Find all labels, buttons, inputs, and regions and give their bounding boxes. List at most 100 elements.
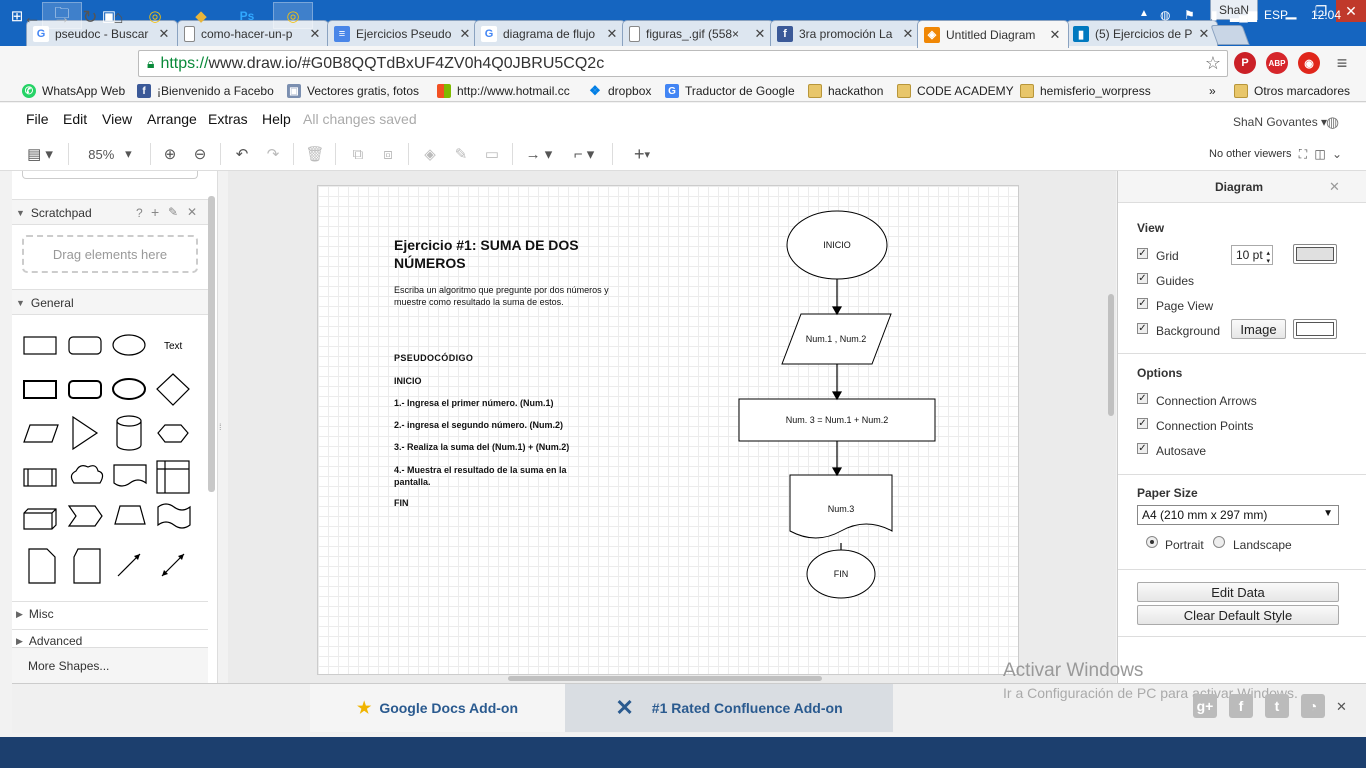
portrait-radio[interactable]	[1146, 536, 1158, 548]
sidebar-resize-handle[interactable]: ⁞	[219, 422, 222, 432]
signal-icon[interactable]: ▂▄▆	[1230, 8, 1257, 22]
format-panel-icon[interactable]: ▤ ▾	[22, 143, 58, 165]
scratchpad-dropzone[interactable]: Drag elements here	[22, 235, 198, 273]
close-icon[interactable]: ✕	[901, 26, 915, 42]
fill-color-icon[interactable]: ◈	[420, 143, 440, 165]
general-header[interactable]: ▼ General	[12, 289, 208, 315]
add-icon[interactable]: +	[151, 204, 159, 220]
connection-arrows-checkbox[interactable]: ✓	[1137, 393, 1148, 404]
edit-data-button[interactable]: Edit Data	[1137, 582, 1339, 602]
bookmark-dropbox[interactable]: ❖ dropbox	[588, 82, 651, 100]
waypoints-icon[interactable]: ⌐ ▾	[566, 143, 602, 165]
canvas-vertical-scrollbar[interactable]	[1108, 294, 1114, 416]
adblock-icon[interactable]: ABP	[1266, 52, 1288, 74]
fullscreen-icon[interactable]: ⛶	[1296, 143, 1310, 165]
more-shapes-button[interactable]: More Shapes...	[12, 647, 208, 683]
clear-default-style-button[interactable]: Clear Default Style	[1137, 605, 1339, 625]
bookmark-vectores[interactable]: ▣ Vectores gratis, fotos	[287, 82, 421, 100]
collapse-icon[interactable]: ⌄	[1330, 143, 1344, 165]
zoom-in-icon[interactable]: ⊕	[160, 143, 180, 165]
menu-edit[interactable]: Edit	[63, 111, 87, 127]
app-window-icon[interactable]: ▣	[89, 2, 129, 29]
canvas-horizontal-scrollbar[interactable]	[508, 676, 822, 681]
undo-icon[interactable]: ↶	[232, 143, 252, 165]
menu-view[interactable]: View	[102, 111, 132, 127]
chrome-icon[interactable]: ◎	[135, 2, 175, 29]
panel-toggle-icon[interactable]: ◫	[1313, 143, 1327, 165]
scratchpad-header[interactable]: ▼ Scratchpad ? + ✎ ✕	[12, 199, 208, 225]
sidebar-scrollbar[interactable]	[208, 196, 215, 492]
redo-icon[interactable]: ↷	[263, 143, 283, 165]
menu-extras[interactable]: Extras	[208, 111, 248, 127]
windows-start-icon[interactable]: ⊞	[0, 2, 34, 29]
chrome-active-icon[interactable]: ◎	[273, 2, 313, 29]
photoshop-icon[interactable]: Ps	[227, 2, 267, 29]
grid-checkbox[interactable]: ✓	[1137, 248, 1148, 259]
bookmark-facebook[interactable]: f ¡Bienvenido a Facebo	[137, 82, 275, 100]
google-plus-icon[interactable]: g+	[1193, 694, 1217, 718]
pinterest-icon[interactable]: P	[1234, 52, 1256, 74]
other-bookmarks[interactable]: Otros marcadores	[1234, 82, 1350, 100]
new-tab-button[interactable]	[1210, 25, 1250, 45]
close-icon[interactable]: ✕	[458, 26, 472, 42]
tab-diagrama-flujo[interactable]: G diagrama de flujo ✕	[474, 20, 626, 47]
twitter-icon[interactable]: t	[1265, 694, 1289, 718]
close-icon[interactable]: ✕	[1336, 699, 1347, 715]
user-menu[interactable]: ShaN Govantes ▾	[1233, 115, 1327, 129]
bookmark-traductor[interactable]: G Traductor de Google	[665, 82, 795, 100]
line-color-icon[interactable]: ✎	[451, 143, 471, 165]
bookmark-hackathon[interactable]: hackathon	[808, 82, 883, 100]
background-color-swatch[interactable]	[1293, 319, 1337, 339]
search-shapes-field[interactable]	[22, 171, 198, 179]
bookmark-hotmail[interactable]: http://www.hotmail.cc	[437, 82, 575, 100]
landscape-radio[interactable]	[1213, 536, 1225, 548]
zoom-out-icon[interactable]: ⊖	[190, 143, 210, 165]
close-icon[interactable]: ✕	[1197, 26, 1211, 42]
bookmark-star-icon[interactable]: ☆	[1205, 53, 1221, 74]
show-hidden-icons[interactable]: ▲	[1139, 8, 1149, 19]
extension-icon[interactable]: ◉	[1298, 52, 1320, 74]
tab-ejercicios-pseudo[interactable]: ≡ Ejercicios Pseudo ✕	[327, 20, 479, 47]
delete-icon[interactable]: 🗑︎	[305, 143, 325, 165]
shadow-icon[interactable]: ▭	[482, 143, 502, 165]
close-icon[interactable]: ✕	[1329, 179, 1340, 195]
guides-checkbox[interactable]: ✓	[1137, 273, 1148, 284]
menu-file[interactable]: File	[26, 111, 49, 127]
bookmark-hemisferio[interactable]: hemisferio_worpress	[1020, 82, 1151, 100]
globe-icon[interactable]: ◍	[1326, 113, 1339, 131]
tab-figuras-gif[interactable]: figuras_.gif (558× ✕	[622, 20, 774, 47]
paint-icon[interactable]: ◆	[181, 2, 221, 29]
close-icon[interactable]: ✕	[187, 205, 197, 219]
grid-color-swatch[interactable]	[1293, 244, 1337, 264]
chrome-menu-icon[interactable]: ≡	[1330, 51, 1354, 75]
menu-help[interactable]: Help	[262, 111, 291, 127]
tab-facebook[interactable]: f 3ra promoción La ✕	[770, 20, 922, 47]
page-view-checkbox[interactable]: ✓	[1137, 298, 1148, 309]
to-front-icon[interactable]: ⧉	[348, 143, 368, 165]
diagram-page[interactable]: Ejercicio #1: SUMA DE DOS NÚMEROS Escrib…	[317, 185, 1019, 675]
misc-header[interactable]: ▶ Misc	[12, 601, 208, 625]
bookmarks-overflow[interactable]: »	[1209, 82, 1216, 100]
language-indicator[interactable]: ESP	[1264, 8, 1288, 22]
tab-untitled-diagram[interactable]: ◈ Untitled Diagram ✕	[917, 20, 1069, 48]
bookmark-whatsapp[interactable]: ✆ WhatsApp Web	[22, 82, 125, 100]
flag-icon[interactable]: ⚑	[1184, 8, 1195, 22]
advanced-header[interactable]: ▶ Advanced	[12, 629, 208, 645]
autosave-checkbox[interactable]: ✓	[1137, 443, 1148, 454]
connection-points-checkbox[interactable]: ✓	[1137, 418, 1148, 429]
file-explorer-icon[interactable]: 🗀︎	[42, 2, 82, 29]
tab-ejercicios-trello[interactable]: ▮ (5) Ejercicios de P ✕	[1066, 20, 1218, 47]
close-icon[interactable]: ✕	[1048, 27, 1062, 43]
background-checkbox[interactable]: ✓	[1137, 323, 1148, 334]
menu-arrange[interactable]: Arrange	[147, 111, 197, 127]
network-globe-icon[interactable]: ◍	[1160, 8, 1170, 22]
close-icon[interactable]: ✕	[753, 26, 767, 42]
close-icon[interactable]: ✕	[605, 26, 619, 42]
bookmark-code-academy[interactable]: CODE ACADEMY	[897, 82, 1014, 100]
confluence-addon-link[interactable]: ✕ #1 Rated Confluence Add-on	[565, 684, 893, 732]
grid-size-input[interactable]: 10 pt ▴ ▾	[1231, 245, 1273, 265]
to-back-icon[interactable]: ⧈	[378, 143, 398, 165]
facebook-icon[interactable]: f	[1229, 694, 1253, 718]
insert-icon[interactable]: + ▾	[624, 143, 660, 165]
google-docs-addon-link[interactable]: ★ Google Docs Add-on	[310, 684, 565, 732]
